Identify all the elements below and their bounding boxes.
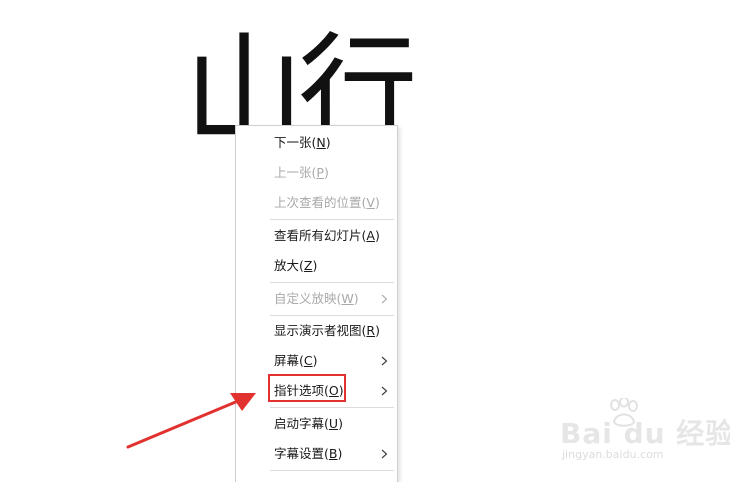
menu-item-label: 字幕设置 — [274, 446, 325, 461]
menu-item-accesskey: W — [341, 291, 354, 306]
menu-item-zoom[interactable]: 放大(Z) — [236, 251, 397, 281]
menu-item-accesskey: N — [316, 135, 326, 150]
menu-item-subtitle-settings[interactable]: 字幕设置(B) — [236, 439, 397, 469]
watermark-logo-text: Bai du 经验 — [560, 417, 730, 450]
menu-item-screen[interactable]: 屏幕(C) — [236, 346, 397, 376]
menu-item-accesskey: C — [303, 353, 313, 368]
menu-item-accesskey: V — [366, 195, 375, 210]
menu-item-see-all-slides[interactable]: 查看所有幻灯片(A) — [236, 221, 397, 251]
menu-separator — [270, 407, 394, 408]
chevron-right-icon — [381, 294, 388, 304]
annotation-highlight-box — [268, 374, 346, 402]
menu-item-label: 上次查看的位置 — [274, 195, 362, 210]
chevron-right-icon — [381, 449, 388, 459]
menu-item-label: 屏幕 — [274, 353, 300, 368]
menu-item-accesskey: P — [316, 165, 324, 180]
menu-item-label: 上一张 — [274, 165, 312, 180]
menu-item-label: 自定义放映 — [274, 291, 337, 306]
menu-item-label: 查看所有幻灯片 — [274, 228, 362, 243]
menu-item-custom-show: 自定义放映(W) — [236, 284, 397, 314]
menu-item-accesskey: U — [328, 416, 339, 431]
menu-item-accesskey: B — [328, 446, 338, 461]
menu-item-last-viewed: 上次查看的位置(V) — [274, 195, 380, 210]
menu-separator — [270, 470, 394, 471]
chevron-right-icon — [381, 356, 388, 366]
menu-item-accesskey: R — [366, 323, 376, 338]
menu-item-label: 显示演示者视图 — [274, 323, 362, 338]
menu-item-label: 放大 — [274, 258, 300, 273]
menu-separator — [270, 219, 394, 220]
menu-separator — [270, 282, 394, 283]
watermark-url: jingyan.baidu.com — [562, 448, 664, 461]
annotation-arrow-icon — [126, 393, 256, 449]
menu-item-label: 启动字幕 — [274, 416, 325, 431]
menu-item-label: 下一张 — [274, 135, 312, 150]
watermark: Bai du 经验 jingyan.baidu.com — [560, 398, 730, 470]
menu-item-previous-slide: 上一张(P) — [274, 165, 329, 180]
chevron-right-icon — [381, 386, 388, 396]
menu-item-presenter-view[interactable]: 显示演示者视图(R) — [236, 316, 397, 346]
menu-item-accesskey: A — [366, 228, 375, 243]
menu-item-start-subtitles[interactable]: 启动字幕(U) — [236, 409, 397, 439]
menu-item-next-slide[interactable]: 下一张(N) — [236, 128, 397, 158]
menu-item-accesskey: Z — [303, 258, 313, 273]
